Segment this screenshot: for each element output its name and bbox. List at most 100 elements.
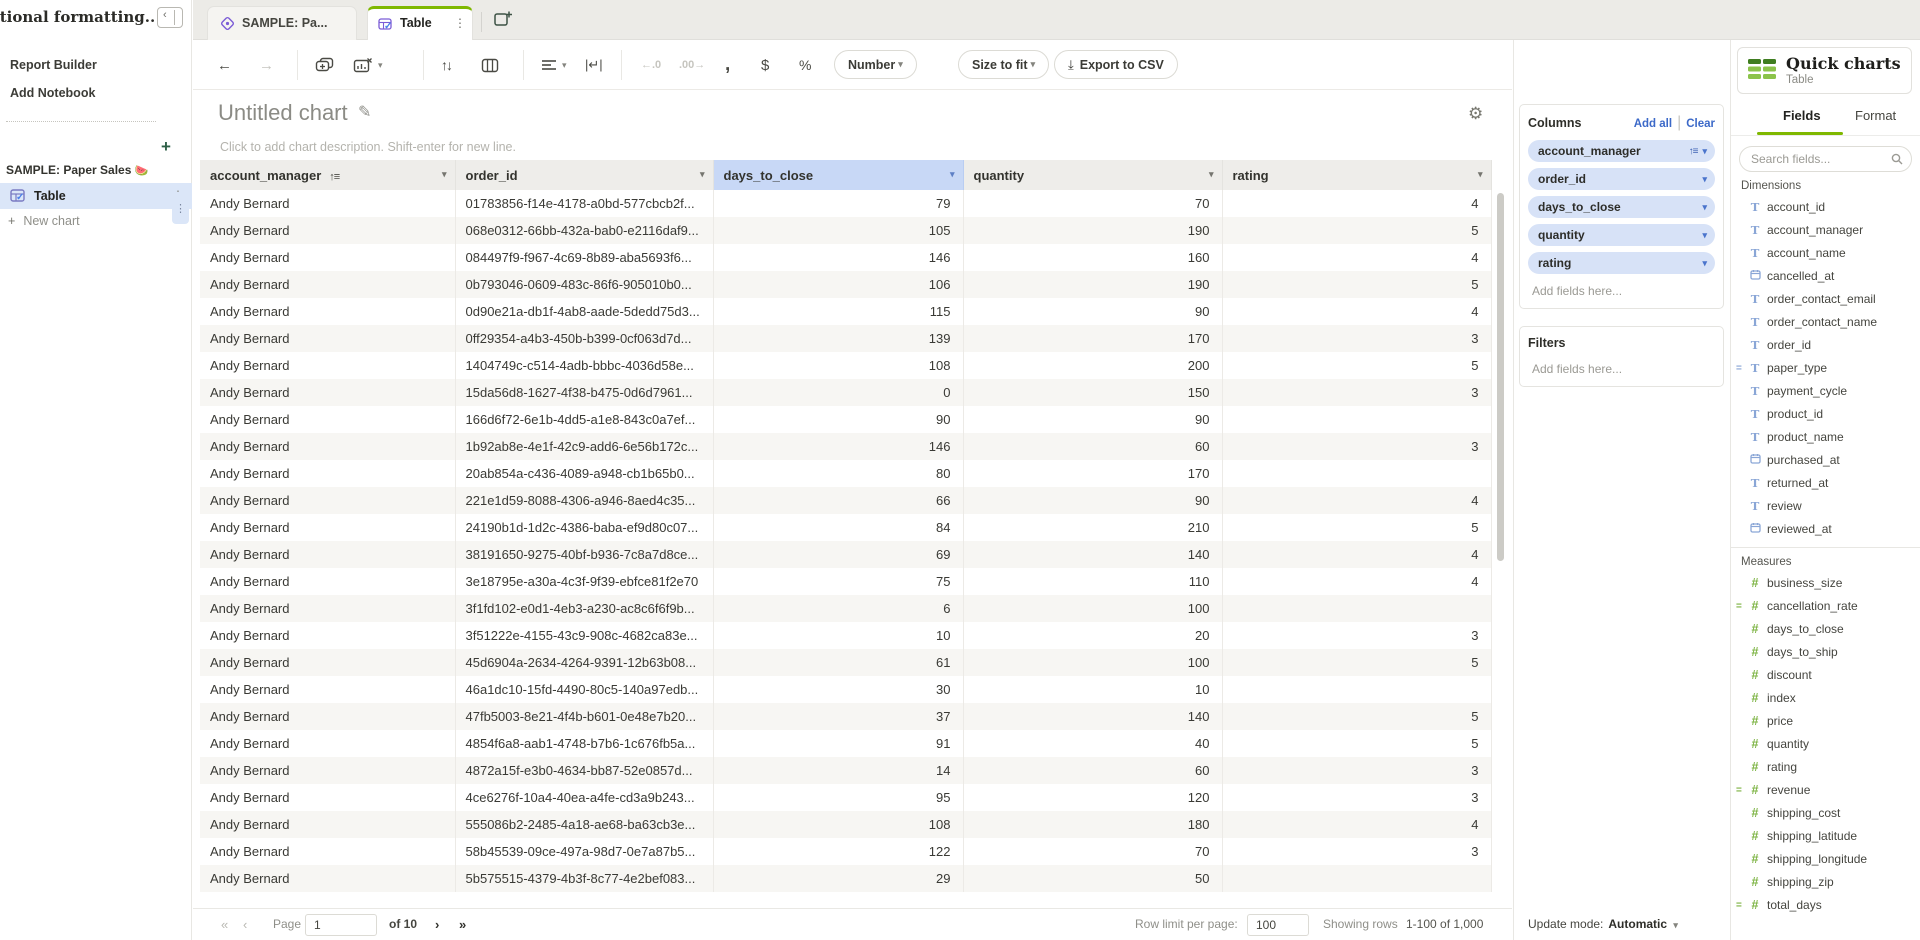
cell-account_manager[interactable]: Andy Bernard	[200, 244, 455, 271]
measure-field-cancellation_rate[interactable]: =#cancellation_rate	[1731, 595, 1920, 618]
cell-days_to_close[interactable]: 0	[713, 379, 963, 406]
table-vertical-scrollbar[interactable]	[1497, 193, 1504, 561]
thousands-separator-button[interactable]: ,	[725, 53, 730, 77]
cell-days_to_close[interactable]: 106	[713, 271, 963, 298]
cell-order_id[interactable]: 0d90e21a-db1f-4ab8-aade-5dedd75d3...	[455, 298, 713, 325]
cell-account_manager[interactable]: Andy Bernard	[200, 757, 455, 784]
sidebar-item-new-chart[interactable]: +New chart	[8, 214, 80, 228]
measure-field-shipping_cost[interactable]: #shipping_cost	[1731, 802, 1920, 825]
cell-order_id[interactable]: 4ce6276f-10a4-40ea-a4fe-cd3a9b243...	[455, 784, 713, 811]
cell-account_manager[interactable]: Andy Bernard	[200, 298, 455, 325]
cell-order_id[interactable]: 0ff29354-a4b3-450b-b399-0cf063d7d...	[455, 325, 713, 352]
cell-account_manager[interactable]: Andy Bernard	[200, 217, 455, 244]
currency-format-button[interactable]: $	[761, 53, 769, 77]
column-menu-caret-icon[interactable]: ▾	[700, 169, 705, 180]
column-header-account_manager[interactable]: account_manager↑≡▾	[200, 160, 455, 190]
cell-quantity[interactable]: 60	[963, 757, 1222, 784]
add-project-button[interactable]: +	[161, 138, 171, 155]
cell-quantity[interactable]: 100	[963, 649, 1222, 676]
column-header-quantity[interactable]: quantity▾	[963, 160, 1222, 190]
column-menu-caret-icon[interactable]: ▾	[950, 169, 955, 180]
alignment-button[interactable]: ▾	[541, 53, 567, 77]
table-row[interactable]: Andy Bernard3f1fd102-e0d1-4eb3-a230-ac8c…	[200, 595, 1491, 622]
cell-order_id[interactable]: 58b45539-09ce-497a-98d7-0e7a87b5...	[455, 838, 713, 865]
sort-button[interactable]: ↑↓	[441, 53, 451, 77]
cell-account_manager[interactable]: Andy Bernard	[200, 514, 455, 541]
cell-rating[interactable]: 3	[1222, 379, 1491, 406]
next-page-button[interactable]: ›	[435, 917, 439, 932]
cell-rating[interactable]	[1222, 460, 1491, 487]
duplicate-cell-button[interactable]	[315, 53, 334, 77]
measure-field-index[interactable]: #index	[1731, 687, 1920, 710]
cell-days_to_close[interactable]: 80	[713, 460, 963, 487]
cell-days_to_close[interactable]: 10	[713, 622, 963, 649]
cell-rating[interactable]: 4	[1222, 298, 1491, 325]
caret-down-icon[interactable]: ▾	[1702, 258, 1707, 269]
cell-days_to_close[interactable]: 146	[713, 433, 963, 460]
number-format-dropdown[interactable]: Number ▾	[834, 50, 917, 79]
cell-rating[interactable]	[1222, 865, 1491, 892]
edit-title-pencil-icon[interactable]: ✎	[358, 102, 371, 122]
cell-days_to_close[interactable]: 79	[713, 190, 963, 217]
table-row[interactable]: Andy Bernard38191650-9275-40bf-b936-7c8a…	[200, 541, 1491, 568]
tab-table[interactable]: ✓ Table ⋮	[367, 6, 473, 40]
cell-account_manager[interactable]: Andy Bernard	[200, 622, 455, 649]
table-row[interactable]: Andy Bernard4854f6a8-aab1-4748-b7b6-1c67…	[200, 730, 1491, 757]
table-row[interactable]: Andy Bernard221e1d59-8088-4306-a946-8aed…	[200, 487, 1491, 514]
cell-days_to_close[interactable]: 37	[713, 703, 963, 730]
table-row[interactable]: Andy Bernard24190b1d-1d2c-4386-baba-ef9d…	[200, 514, 1491, 541]
cell-quantity[interactable]: 90	[963, 406, 1222, 433]
sidebar-item-add-notebook[interactable]: Add Notebook	[10, 86, 95, 100]
cell-rating[interactable]: 3	[1222, 622, 1491, 649]
table-row[interactable]: Andy Bernard46a1dc10-15fd-4490-80c5-140a…	[200, 676, 1491, 703]
dimension-field-product_name[interactable]: Tproduct_name	[1731, 426, 1920, 449]
table-row[interactable]: Andy Bernard20ab854a-c436-4089-a948-cb1b…	[200, 460, 1491, 487]
cell-account_manager[interactable]: Andy Bernard	[200, 325, 455, 352]
measure-field-shipping_longitude[interactable]: #shipping_longitude	[1731, 848, 1920, 871]
measure-field-revenue[interactable]: =#revenue	[1731, 779, 1920, 802]
percent-format-button[interactable]: %	[799, 53, 811, 77]
cell-quantity[interactable]: 10	[963, 676, 1222, 703]
dimension-field-review[interactable]: Treview	[1731, 495, 1920, 518]
dimension-field-purchased_at[interactable]: purchased_at	[1731, 449, 1920, 472]
tab-sample-paper-sales[interactable]: SAMPLE: Pa...	[207, 6, 357, 40]
measure-field-discount[interactable]: #discount	[1731, 664, 1920, 687]
measure-field-days_to_close[interactable]: #days_to_close	[1731, 618, 1920, 641]
cell-quantity[interactable]: 50	[963, 865, 1222, 892]
cell-days_to_close[interactable]: 69	[713, 541, 963, 568]
cell-quantity[interactable]: 20	[963, 622, 1222, 649]
cell-order_id[interactable]: 068e0312-66bb-432a-bab0-e2116daf9...	[455, 217, 713, 244]
table-row[interactable]: Andy Bernard3e18795e-a30a-4c3f-9f39-ebfc…	[200, 568, 1491, 595]
cell-quantity[interactable]: 110	[963, 568, 1222, 595]
dimension-field-order_contact_email[interactable]: Torder_contact_email	[1731, 288, 1920, 311]
row-drag-handle[interactable]: ⋮	[172, 194, 189, 224]
cell-account_manager[interactable]: Andy Bernard	[200, 649, 455, 676]
cell-account_manager[interactable]: Andy Bernard	[200, 676, 455, 703]
table-row[interactable]: Andy Bernard0b793046-0609-483c-86f6-9050…	[200, 271, 1491, 298]
column-pill-order_id[interactable]: order_id▾	[1528, 168, 1715, 190]
measure-field-total_days[interactable]: =#total_days	[1731, 894, 1920, 917]
dimension-field-reviewed_at[interactable]: reviewed_at	[1731, 518, 1920, 541]
cell-rating[interactable]: 5	[1222, 703, 1491, 730]
cell-rating[interactable]: 3	[1222, 757, 1491, 784]
back-button[interactable]: ←	[217, 53, 232, 77]
cell-order_id[interactable]: 166d6f72-6e1b-4dd5-a1e8-843c0a7ef...	[455, 406, 713, 433]
table-row[interactable]: Andy Bernard5b575515-4379-4b3f-8c77-4e2b…	[200, 865, 1491, 892]
cell-account_manager[interactable]: Andy Bernard	[200, 487, 455, 514]
cell-rating[interactable]: 5	[1222, 649, 1491, 676]
tab-fields[interactable]: Fields	[1783, 108, 1821, 123]
collapse-sidebar-button[interactable]: ‹	[157, 7, 183, 28]
cell-account_manager[interactable]: Andy Bernard	[200, 811, 455, 838]
cell-order_id[interactable]: 1b92ab8e-4e1f-42c9-add6-6e56b172c...	[455, 433, 713, 460]
cell-rating[interactable]: 5	[1222, 271, 1491, 298]
cell-order_id[interactable]: 3f51222e-4155-43c9-908c-4682ca83e...	[455, 622, 713, 649]
cell-account_manager[interactable]: Andy Bernard	[200, 271, 455, 298]
cell-account_manager[interactable]: Andy Bernard	[200, 730, 455, 757]
cell-order_id[interactable]: 3e18795e-a30a-4c3f-9f39-ebfce81f2e70	[455, 568, 713, 595]
dimension-field-order_id[interactable]: Torder_id	[1731, 334, 1920, 357]
cell-order_id[interactable]: 5b575515-4379-4b3f-8c77-4e2bef083...	[455, 865, 713, 892]
cell-days_to_close[interactable]: 66	[713, 487, 963, 514]
remove-chart-button[interactable]: ▾	[353, 53, 383, 77]
table-row[interactable]: Andy Bernard1b92ab8e-4e1f-42c9-add6-6e56…	[200, 433, 1491, 460]
cell-rating[interactable]: 5	[1222, 352, 1491, 379]
